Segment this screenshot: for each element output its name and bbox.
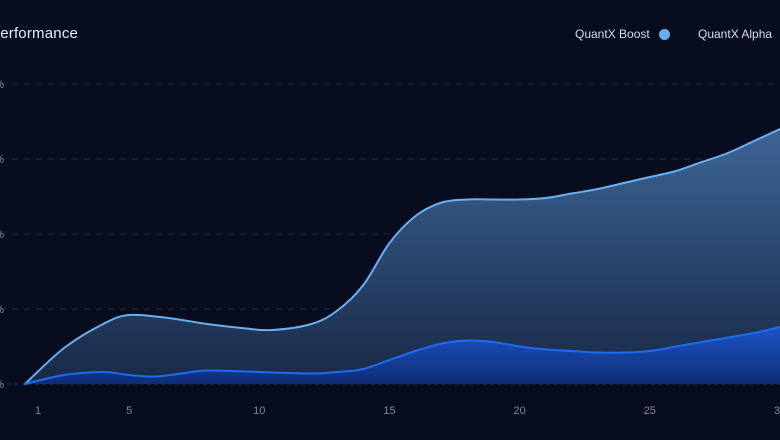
area-chart: 0%25%50%75%100% 151015202530	[0, 79, 780, 417]
y-tick-label: 0%	[0, 379, 4, 391]
x-tick-label: 5	[126, 405, 132, 417]
x-tick-label: 25	[644, 405, 656, 417]
series-area-quantx-boost	[25, 129, 780, 384]
y-tick-label: 25%	[0, 304, 4, 316]
x-tick-label: 10	[253, 405, 265, 417]
chart-card: Performance QuantX Boost QuantX Alpha 0%…	[0, 0, 780, 440]
series	[24, 128, 780, 385]
y-tick-label: 100%	[0, 79, 4, 91]
x-tick-label: 1	[35, 405, 41, 417]
y-axis-ticks: 0% 25% 50% 75% 100%	[0, 79, 4, 391]
x-tick-label: 20	[514, 405, 526, 417]
x-axis-ticks: 151015202530	[35, 405, 780, 417]
y-tick-label: 75%	[0, 154, 4, 166]
y-tick-label: 50%	[0, 229, 4, 241]
x-tick-label: 15	[383, 405, 395, 417]
x-tick-label: 30	[774, 405, 780, 417]
